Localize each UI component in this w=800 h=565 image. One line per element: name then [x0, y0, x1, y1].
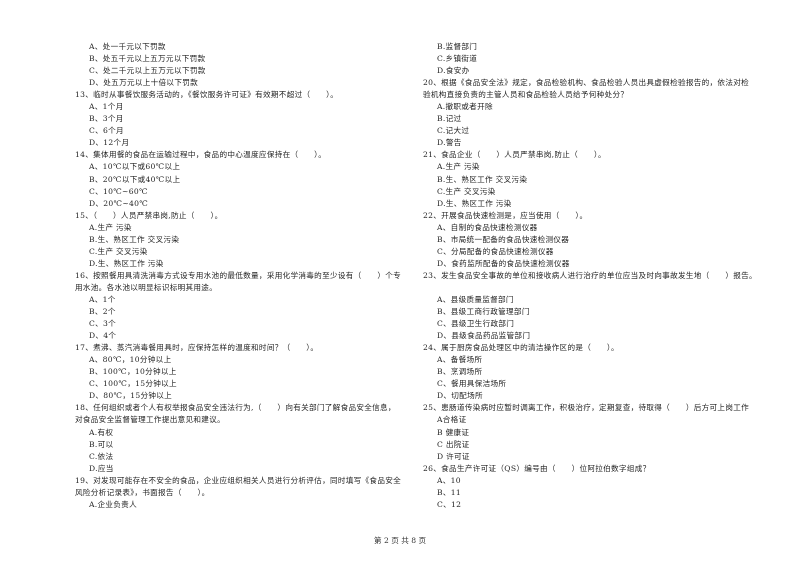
answer-option: C、餐用具保洁场所: [437, 379, 507, 389]
answer-option: C.生产 交叉污染: [89, 246, 148, 256]
answer-option: A、县级质量监督部门: [437, 294, 514, 304]
answer-option: A.企业负责人: [89, 499, 137, 509]
answer-option: A、处一千元以下罚款: [89, 42, 166, 51]
question-text: 18、任何组织或者个人有权举报食品安全违法行为,（ ）向有关部门了解食品安全信息…: [75, 403, 396, 413]
answer-option: D、80℃，15分钟以上: [89, 391, 173, 401]
question-text: [423, 282, 773, 294]
answer-option: A、自制的食品快速检测仪器: [437, 222, 538, 232]
right-column: B.监督部门 C.乡镇街道 D.食安办 20、根据《食品安全法》规定，食品检验机构、食…: [423, 41, 773, 511]
question-text: 13、临时从事餐饮服务活动的，《餐饮服务许可证》有效期不超过（ ）。: [75, 90, 339, 100]
answer-option: D.生、熟区工作 污染: [89, 258, 164, 268]
answer-option: D.食安办: [437, 66, 470, 76]
answer-option: A.有权: [89, 427, 114, 437]
answer-option: B.记过: [437, 114, 462, 124]
answer-option: D.生、熟区工作 污染: [437, 198, 512, 208]
answer-option: B、处五千元以上五万元以下罚款: [89, 54, 206, 64]
answer-option: D、20℃~40℃: [89, 198, 149, 208]
answer-option: A、10: [437, 475, 461, 485]
answer-option: A、10℃以下或60℃以上: [89, 162, 181, 172]
question-text: 24、属于厨房食品处理区中的清洁操作区的是（ ）。: [423, 343, 619, 353]
answer-option: C、6个月: [89, 126, 124, 136]
left-column: A、处一千元以下罚款 B、处五千元以上五万元以下罚款 C、处二千元以上五万元以下罚款…: [75, 41, 405, 511]
answer-option: B.可以: [89, 439, 114, 449]
answer-option: D.应当: [89, 463, 114, 473]
answer-option: A、1个月: [89, 102, 124, 112]
answer-option: C、分局配备的食品快速检测仪器: [437, 246, 554, 256]
answer-option: C、县级卫生行政部门: [437, 319, 515, 329]
answer-option: A、80℃，10分钟以上: [89, 355, 172, 365]
answer-option: C、12: [437, 499, 462, 509]
answer-option: C、100℃，15分钟以上: [89, 379, 177, 389]
question-text: 用水池。各水池以明显标识标明其用途。: [75, 282, 218, 292]
answer-option: B.生、熟区工作 交叉污染: [89, 234, 180, 244]
answer-option: C.依法: [89, 451, 114, 461]
answer-option: B、11: [437, 487, 462, 497]
answer-option: C、10℃~60℃: [89, 186, 148, 196]
question-text: 风险分析记录表》，书面报告（ ）。: [75, 487, 210, 497]
answer-option: B 健康证: [437, 427, 470, 437]
question-text: 对食品安全监督管理工作提出意见和建议。: [75, 415, 225, 425]
answer-option: D、切配场所: [437, 391, 483, 401]
answer-option: D 许可证: [437, 451, 470, 461]
answer-option: B.监督部门: [437, 42, 478, 51]
question-text: 16、按照餐用具清洗消毒方式设专用水池的最低数量，采用化学消毒的至少设有（ ）个…: [75, 270, 402, 280]
answer-option: B、20℃以下或40℃以上: [89, 174, 181, 184]
answer-option: C.生产 交叉污染: [437, 186, 496, 196]
question-text: 20、根据《食品安全法》规定，食品检验机构、食品检验人员出具虚假检验报告的，依法…: [423, 78, 750, 88]
question-text: 19、对发现可能存在不安全的食品，企业应组织相关人员进行分析评估，同时填写《食品…: [75, 475, 402, 485]
answer-option: D、食药监所配备的食品快速检测仪器: [437, 258, 570, 268]
answer-option: A.生产 污染: [89, 222, 132, 232]
answer-option: D、12个月: [89, 138, 130, 148]
answer-option: A.生产 污染: [437, 162, 480, 172]
answer-option: A.撤职或者开除: [437, 102, 493, 112]
answer-option: C、3个: [89, 319, 117, 329]
question-text: 验机构直接负责的主管人员和食品检验人员给予何种处分？: [423, 90, 629, 100]
answer-option: C.记大过: [437, 126, 470, 136]
answer-option: D、县级食品药品监管部门: [437, 331, 531, 341]
question-text: 14、集体用餐的食品在运输过程中，食品的中心温度应保持在（ ）。: [75, 150, 327, 160]
answer-option: B、100℃，10分钟以上: [89, 367, 177, 377]
question-text: 21、食品企业（ ）人员严禁串岗,防止（ ）。: [423, 150, 606, 160]
question-text: 17、煮沸、蒸汽消毒餐用具时，应保持怎样的温度和时间？（ ）。: [75, 343, 319, 353]
page-footer: 第 2 页 共 8 页: [373, 536, 427, 545]
answer-option: D、处五万元以上十倍以下罚款: [89, 78, 199, 88]
answer-option: A合格证: [437, 415, 467, 425]
answer-option: C 出院证: [437, 439, 470, 449]
answer-option: B、3个月: [89, 114, 124, 124]
answer-option: B.生、熟区工作 交叉污染: [437, 174, 528, 184]
question-text: 15、（ ）人员严禁串岗,防止（ ）。: [75, 210, 223, 220]
answer-option: B、县级工商行政管理部门: [437, 307, 530, 317]
question-text: 26、食品生产许可证（QS）编号由（ ）位阿拉伯数字组成？: [423, 463, 651, 473]
question-text: 25、患肠道传染病时应暂时调离工作，积极治疗，定期复查，待取得（ ）后方可上岗工…: [423, 403, 750, 413]
answer-option: C.乡镇街道: [437, 54, 478, 64]
answer-option: B、市局统一配备的食品快速检测仪器: [437, 234, 570, 244]
answer-option: D.警告: [437, 138, 462, 148]
question-text: 23、发生食品安全事故的单位和接收病人进行治疗的单位应当及时向事故发生地（ ）报…: [423, 270, 757, 280]
answer-option: A、备餐场所: [437, 355, 483, 365]
answer-option: B、2个: [89, 307, 116, 317]
answer-option: A、1个: [89, 294, 116, 304]
answer-option: B、烹调场所: [437, 367, 483, 377]
question-text: 22、开展食品快速检测是，应当使用（ ）。: [423, 210, 588, 220]
answer-option: C、处二千元以上五万元以下罚款: [89, 66, 206, 76]
answer-option: D、4个: [89, 331, 117, 341]
